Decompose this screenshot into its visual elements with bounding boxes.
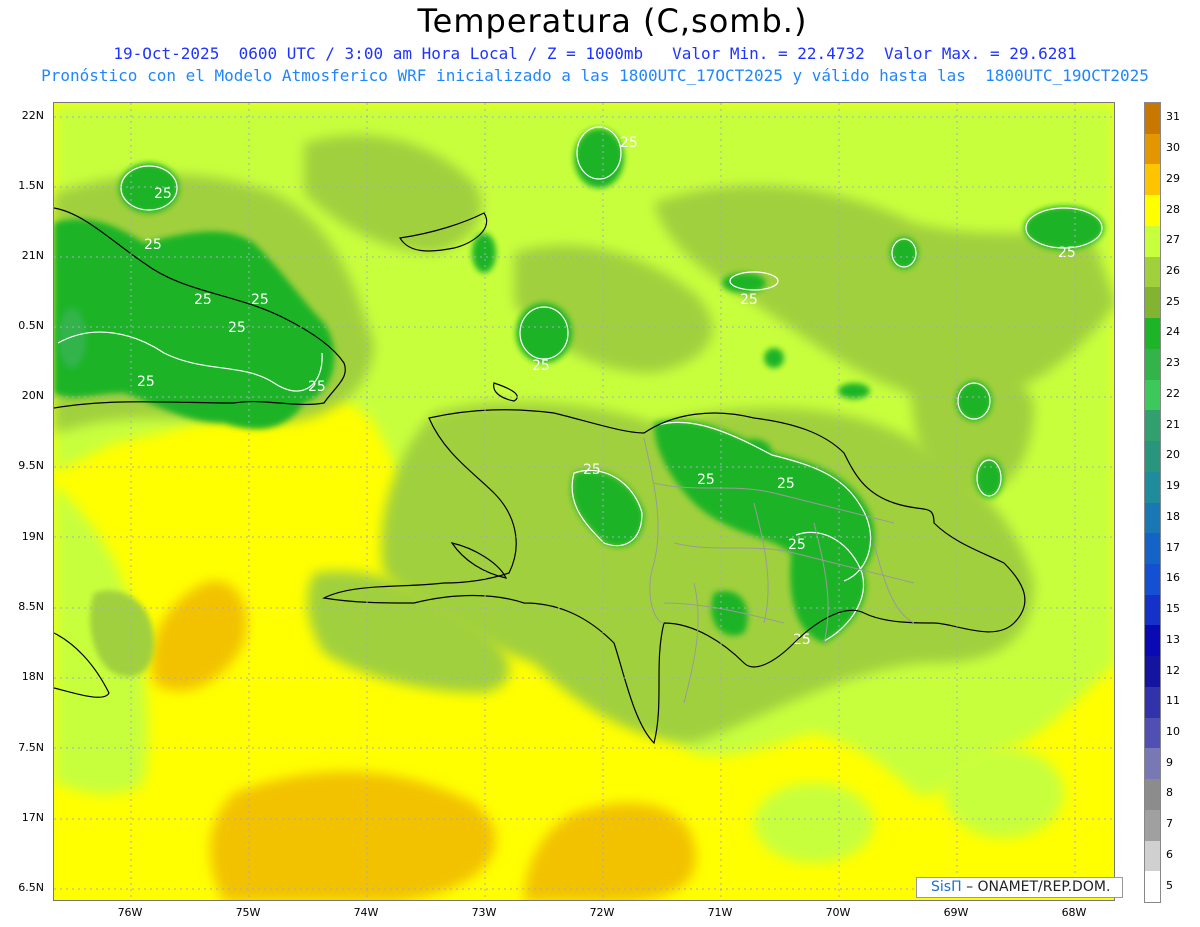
legend-label: 31 [1166, 110, 1180, 124]
legend-label: 25 [1166, 294, 1180, 308]
legend-label: 12 [1166, 663, 1180, 677]
legend-label: 21 [1166, 417, 1180, 431]
legend-label: 8 [1166, 786, 1173, 800]
field-27c-south [754, 783, 874, 863]
legend-swatch [1145, 717, 1160, 749]
legend-swatch [1145, 871, 1160, 903]
isotherm-label: 25 [228, 320, 246, 336]
lon-label: 72W [589, 906, 615, 919]
legend-label: 17 [1166, 540, 1180, 554]
isotherm-label: 25 [583, 462, 601, 478]
temperature-map: 25 25 25 25 25 25 25 25 25 25 25 25 25 2… [53, 102, 1115, 901]
legend-label: 11 [1166, 694, 1180, 708]
isotherm-label: 25 [740, 292, 758, 308]
legend-label: 16 [1166, 571, 1180, 585]
legend-swatch [1145, 348, 1160, 381]
legend-swatch [1145, 379, 1160, 411]
lat-label: 8.5N [18, 600, 44, 613]
credit-box: SisΠ – ONAMET/REP.DOM. [916, 877, 1123, 898]
legend-label: 18 [1166, 509, 1180, 523]
lon-label: 75W [235, 906, 261, 919]
isotherm-label: 25 [788, 537, 806, 553]
legend-swatch [1145, 471, 1160, 503]
legend-swatch [1145, 686, 1160, 719]
lat-label: 20N [21, 389, 44, 402]
lon-label: 71W [707, 906, 733, 919]
legend-swatch [1145, 594, 1160, 626]
subtitle-valid-time: 19-Oct-2025 0600 UTC / 3:00 am Hora Loca… [113, 44, 1077, 63]
legend-swatch [1145, 748, 1160, 780]
legend-swatch [1145, 103, 1160, 135]
legend-swatch [1145, 502, 1160, 534]
lon-label: 69W [943, 906, 969, 919]
legend-swatch [1145, 533, 1160, 565]
isotherm-label: 25 [144, 237, 162, 253]
legend-label: 6 [1166, 847, 1173, 861]
isotherm-label: 25 [308, 379, 326, 395]
legend-swatch [1145, 809, 1160, 842]
legend-swatch [1145, 164, 1160, 196]
legend-label: 24 [1166, 325, 1180, 339]
legend-swatch [1145, 563, 1160, 596]
legend-swatch [1145, 840, 1160, 872]
lat-label: 21N [21, 249, 44, 262]
lat-label: 7.5N [18, 741, 44, 754]
legend-label: 26 [1166, 264, 1180, 278]
legend-label: 7 [1166, 817, 1173, 831]
lat-label: 19N [21, 530, 44, 543]
lat-label: 6.5N [18, 881, 44, 894]
isotherm-label: 25 [1058, 245, 1076, 261]
legend-label: 22 [1166, 386, 1180, 400]
legend-label: 30 [1166, 141, 1180, 155]
legend-label: 23 [1166, 356, 1180, 370]
legend-swatch [1145, 318, 1160, 350]
isotherm-label: 25 [697, 472, 715, 488]
legend-label: 9 [1166, 755, 1173, 769]
legend-label: 27 [1166, 233, 1180, 247]
legend-label: 13 [1166, 632, 1180, 646]
color-legend [1144, 102, 1161, 903]
legend-swatch [1145, 287, 1160, 319]
legend-label: 15 [1166, 602, 1180, 616]
subtitle-model-run: Pronóstico con el Modelo Atmosferico WRF… [41, 66, 1149, 85]
lon-label: 70W [825, 906, 851, 919]
legend-label: 20 [1166, 448, 1180, 462]
legend-swatch [1145, 625, 1160, 657]
lat-label: 9.5N [18, 459, 44, 472]
legend-label: 28 [1166, 202, 1180, 216]
field-27c-south [944, 748, 1064, 838]
lon-label: 74W [353, 906, 379, 919]
legend-swatch [1145, 410, 1160, 442]
legend-swatch [1145, 656, 1160, 688]
legend-label: 10 [1166, 724, 1180, 738]
isotherm-label: 25 [137, 374, 155, 390]
legend-swatch [1145, 195, 1160, 227]
field-24c-spot [58, 308, 86, 368]
legend-label: 19 [1166, 479, 1180, 493]
legend-swatch [1145, 225, 1160, 258]
legend-label: 5 [1166, 878, 1173, 892]
isotherm-label: 25 [777, 476, 795, 492]
lon-label: 73W [471, 906, 497, 919]
legend-label: 29 [1166, 171, 1180, 185]
lat-label: 18N [21, 670, 44, 683]
lat-label: 22N [21, 109, 44, 122]
isotherm-label: 25 [532, 358, 550, 374]
isotherm-label: 25 [154, 186, 172, 202]
isotherm-label: 25 [194, 292, 212, 308]
lat-label: 0.5N [18, 319, 44, 332]
isotherm-label: 25 [793, 632, 811, 648]
legend-swatch [1145, 133, 1160, 165]
isotherm-label: 25 [620, 135, 638, 151]
credit-brand: SisΠ [931, 879, 962, 895]
lon-label: 68W [1061, 906, 1087, 919]
legend-swatch [1145, 256, 1160, 288]
credit-org: – ONAMET/REP.DOM. [966, 879, 1111, 895]
chart-title: Temperatura (C,somb.) [417, 2, 808, 40]
lat-label: 17N [21, 811, 44, 824]
lat-label: 1.5N [18, 179, 44, 192]
legend-swatch [1145, 779, 1160, 811]
legend-swatch [1145, 441, 1160, 473]
lon-label: 76W [117, 906, 143, 919]
